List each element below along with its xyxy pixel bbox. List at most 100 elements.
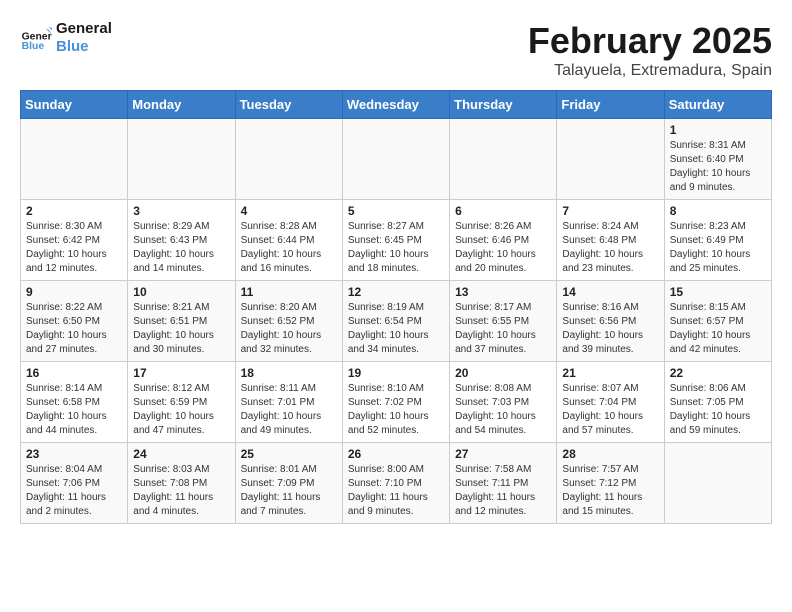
day-number: 16: [26, 366, 122, 380]
calendar-cell: 2 Sunrise: 8:30 AM Sunset: 6:42 PM Daylig…: [21, 200, 128, 281]
logo-line2: Blue: [56, 38, 112, 56]
day-info: Sunrise: 8:12 AM Sunset: 6:59 PM Dayligh…: [133, 382, 229, 438]
day-number: 15: [670, 285, 766, 299]
calendar-cell: 7Sunrise: 8:24 AM Sunset: 6:48 PM Daylig…: [557, 200, 664, 281]
weekday-header-thursday: Thursday: [450, 91, 557, 119]
header: General Blue General Blue February 2025 …: [20, 20, 772, 80]
day-number: 8: [670, 204, 766, 218]
day-number: 4: [241, 204, 337, 218]
calendar-cell: 10 Sunrise: 8:21 AM Sunset: 6:51 PM Dayli…: [128, 281, 235, 362]
calendar-cell: [128, 119, 235, 200]
day-info: Sunrise: 8:15 AM Sunset: 6:57 PM Dayligh…: [670, 301, 766, 357]
day-number: 17: [133, 366, 229, 380]
calendar-cell: 14 Sunrise: 8:16 AM Sunset: 6:56 PM Dayli…: [557, 281, 664, 362]
day-number: 23: [26, 447, 122, 461]
calendar-cell: 26 Sunrise: 8:00 AM Sunset: 7:10 PM Dayli…: [342, 443, 449, 524]
calendar-cell: 3 Sunrise: 8:29 AM Sunset: 6:43 PM Daylig…: [128, 200, 235, 281]
day-number: 25: [241, 447, 337, 461]
day-number: 26: [348, 447, 444, 461]
day-info: Sunrise: 8:17 AM Sunset: 6:55 PM Dayligh…: [455, 301, 551, 357]
day-info: Sunrise: 8:21 AM Sunset: 6:51 PM Dayligh…: [133, 301, 229, 357]
calendar-subtitle: Talayuela, Extremadura, Spain: [528, 62, 772, 80]
weekday-header-sunday: Sunday: [21, 91, 128, 119]
weekday-header-row: SundayMondayTuesdayWednesdayThursdayFrid…: [21, 91, 772, 119]
day-info: Sunrise: 8:03 AM Sunset: 7:08 PM Dayligh…: [133, 463, 229, 519]
day-info: Sunrise: 8:31 AM Sunset: 6:40 PM Dayligh…: [670, 139, 766, 195]
calendar-cell: [557, 119, 664, 200]
calendar-cell: 28 Sunrise: 7:57 AM Sunset: 7:12 PM Dayli…: [557, 443, 664, 524]
day-number: 2: [26, 204, 122, 218]
weekday-header-wednesday: Wednesday: [342, 91, 449, 119]
calendar-cell: [235, 119, 342, 200]
calendar-cell: [21, 119, 128, 200]
day-number: 5: [348, 204, 444, 218]
calendar-table: SundayMondayTuesdayWednesdayThursdayFrid…: [20, 90, 772, 524]
day-number: 24: [133, 447, 229, 461]
day-info: Sunrise: 8:10 AM Sunset: 7:02 PM Dayligh…: [348, 382, 444, 438]
day-number: 10: [133, 285, 229, 299]
day-number: 13: [455, 285, 551, 299]
calendar-cell: 18 Sunrise: 8:11 AM Sunset: 7:01 PM Dayli…: [235, 362, 342, 443]
day-info: Sunrise: 8:28 AM Sunset: 6:44 PM Dayligh…: [241, 220, 337, 276]
day-number: 14: [562, 285, 658, 299]
day-info: Sunrise: 8:26 AM Sunset: 6:46 PM Dayligh…: [455, 220, 551, 276]
weekday-header-friday: Friday: [557, 91, 664, 119]
day-number: 1: [670, 123, 766, 137]
calendar-cell: 20Sunrise: 8:08 AM Sunset: 7:03 PM Dayli…: [450, 362, 557, 443]
weekday-header-saturday: Saturday: [664, 91, 771, 119]
day-info: Sunrise: 8:07 AM Sunset: 7:04 PM Dayligh…: [562, 382, 658, 438]
calendar-cell: 16 Sunrise: 8:14 AM Sunset: 6:58 PM Dayli…: [21, 362, 128, 443]
week-row-1: 2 Sunrise: 8:30 AM Sunset: 6:42 PM Daylig…: [21, 200, 772, 281]
day-number: 12: [348, 285, 444, 299]
day-info: Sunrise: 8:19 AM Sunset: 6:54 PM Dayligh…: [348, 301, 444, 357]
day-info: Sunrise: 8:30 AM Sunset: 6:42 PM Dayligh…: [26, 220, 122, 276]
calendar-title: February 2025: [528, 20, 772, 62]
day-number: 11: [241, 285, 337, 299]
calendar-cell: 23 Sunrise: 8:04 AM Sunset: 7:06 PM Dayli…: [21, 443, 128, 524]
calendar-cell: 4 Sunrise: 8:28 AM Sunset: 6:44 PM Daylig…: [235, 200, 342, 281]
svg-text:Blue: Blue: [22, 41, 45, 52]
day-number: 27: [455, 447, 551, 461]
calendar-cell: 12 Sunrise: 8:19 AM Sunset: 6:54 PM Dayli…: [342, 281, 449, 362]
calendar-cell: 15 Sunrise: 8:15 AM Sunset: 6:57 PM Dayli…: [664, 281, 771, 362]
day-info: Sunrise: 8:24 AM Sunset: 6:48 PM Dayligh…: [562, 220, 658, 276]
day-number: 18: [241, 366, 337, 380]
day-info: Sunrise: 7:57 AM Sunset: 7:12 PM Dayligh…: [562, 463, 658, 519]
day-info: Sunrise: 8:29 AM Sunset: 6:43 PM Dayligh…: [133, 220, 229, 276]
day-number: 22: [670, 366, 766, 380]
calendar-cell: 27 Sunrise: 7:58 AM Sunset: 7:11 PM Dayli…: [450, 443, 557, 524]
day-number: 20: [455, 366, 551, 380]
title-section: February 2025 Talayuela, Extremadura, Sp…: [528, 20, 772, 80]
day-info: Sunrise: 8:23 AM Sunset: 6:49 PM Dayligh…: [670, 220, 766, 276]
day-number: 6: [455, 204, 551, 218]
calendar-cell: 17 Sunrise: 8:12 AM Sunset: 6:59 PM Dayli…: [128, 362, 235, 443]
day-info: Sunrise: 8:27 AM Sunset: 6:45 PM Dayligh…: [348, 220, 444, 276]
calendar-cell: 21Sunrise: 8:07 AM Sunset: 7:04 PM Dayli…: [557, 362, 664, 443]
logo-line1: General: [56, 20, 112, 38]
week-row-2: 9Sunrise: 8:22 AM Sunset: 6:50 PM Daylig…: [21, 281, 772, 362]
calendar-cell: 13 Sunrise: 8:17 AM Sunset: 6:55 PM Dayli…: [450, 281, 557, 362]
day-info: Sunrise: 8:04 AM Sunset: 7:06 PM Dayligh…: [26, 463, 122, 519]
day-info: Sunrise: 8:14 AM Sunset: 6:58 PM Dayligh…: [26, 382, 122, 438]
calendar-cell: 11 Sunrise: 8:20 AM Sunset: 6:52 PM Dayli…: [235, 281, 342, 362]
calendar-cell: [664, 443, 771, 524]
week-row-0: 1 Sunrise: 8:31 AM Sunset: 6:40 PM Daylig…: [21, 119, 772, 200]
calendar-cell: [342, 119, 449, 200]
day-number: 28: [562, 447, 658, 461]
day-info: Sunrise: 8:01 AM Sunset: 7:09 PM Dayligh…: [241, 463, 337, 519]
day-info: Sunrise: 8:22 AM Sunset: 6:50 PM Dayligh…: [26, 301, 122, 357]
weekday-header-monday: Monday: [128, 91, 235, 119]
day-number: 3: [133, 204, 229, 218]
day-number: 19: [348, 366, 444, 380]
calendar-cell: 19 Sunrise: 8:10 AM Sunset: 7:02 PM Dayli…: [342, 362, 449, 443]
day-info: Sunrise: 8:20 AM Sunset: 6:52 PM Dayligh…: [241, 301, 337, 357]
day-info: Sunrise: 8:16 AM Sunset: 6:56 PM Dayligh…: [562, 301, 658, 357]
calendar-cell: 22Sunrise: 8:06 AM Sunset: 7:05 PM Dayli…: [664, 362, 771, 443]
day-info: Sunrise: 8:00 AM Sunset: 7:10 PM Dayligh…: [348, 463, 444, 519]
day-info: Sunrise: 8:11 AM Sunset: 7:01 PM Dayligh…: [241, 382, 337, 438]
calendar-cell: 25 Sunrise: 8:01 AM Sunset: 7:09 PM Dayli…: [235, 443, 342, 524]
calendar-cell: 24 Sunrise: 8:03 AM Sunset: 7:08 PM Dayli…: [128, 443, 235, 524]
calendar-cell: 1 Sunrise: 8:31 AM Sunset: 6:40 PM Daylig…: [664, 119, 771, 200]
calendar-cell: 6 Sunrise: 8:26 AM Sunset: 6:46 PM Daylig…: [450, 200, 557, 281]
day-info: Sunrise: 7:58 AM Sunset: 7:11 PM Dayligh…: [455, 463, 551, 519]
